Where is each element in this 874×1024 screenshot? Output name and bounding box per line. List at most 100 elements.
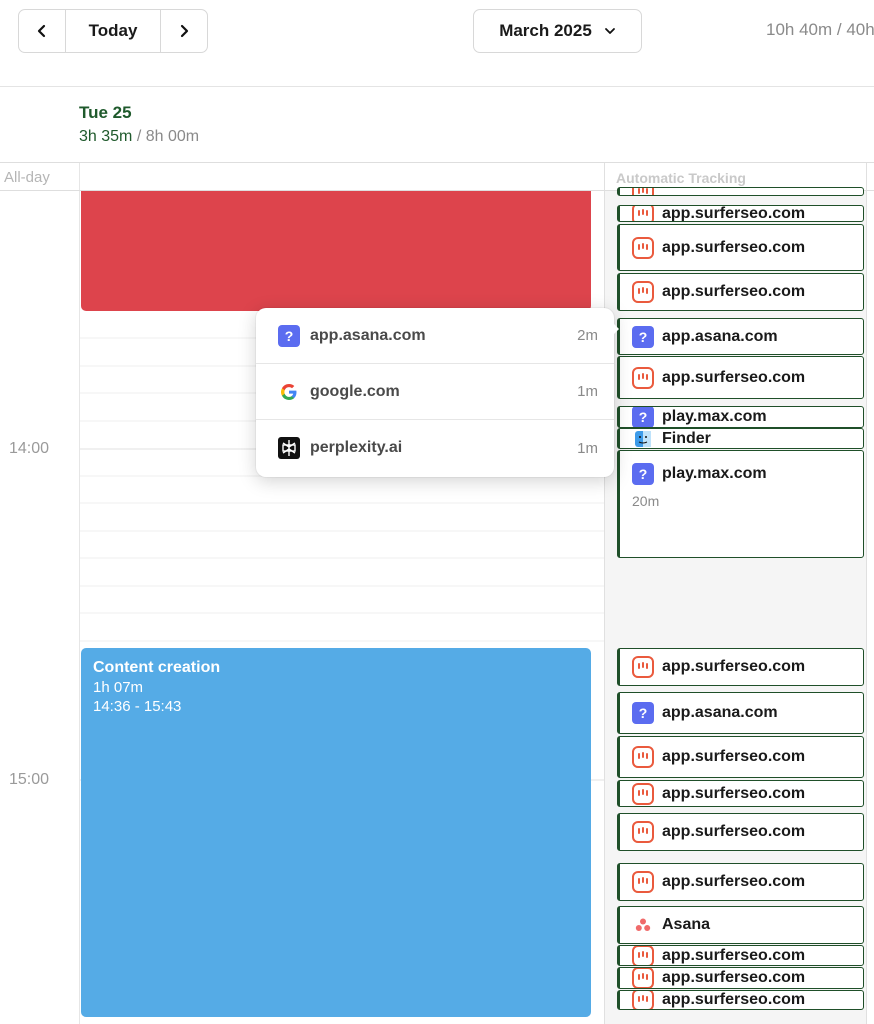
weekly-total-time: 10h 40m / 40h <box>766 20 874 39</box>
surferseo-icon <box>632 782 654 805</box>
popover-item-duration: 1m <box>577 383 598 400</box>
google-icon <box>278 381 300 403</box>
tracking-entry-name: app.surferseo.com <box>662 784 806 802</box>
tracking-entry-row: app.surferseo.com <box>632 781 853 806</box>
event-time-range: 14:36 - 15:43 <box>93 698 182 715</box>
popover-item-duration: 1m <box>577 439 598 457</box>
popover-item[interactable]: google.com 1m <box>256 364 614 420</box>
tracking-entry[interactable]: app.surferseo.com <box>617 780 864 807</box>
tracking-entry-row: ? app.asana.com <box>632 693 853 733</box>
tracking-entry-name: app.surferseo.com <box>662 368 806 386</box>
tracking-entry[interactable]: app.surferseo.com <box>617 205 864 222</box>
tracking-entry[interactable] <box>617 187 864 196</box>
question-icon: ? <box>632 407 654 427</box>
tracking-entry-name: app.surferseo.com <box>662 991 806 1008</box>
tracking-entry-row: ? play.max.com <box>632 463 853 485</box>
event-title: Content creation <box>93 659 221 676</box>
tracking-entry-row: app.surferseo.com <box>632 737 853 777</box>
date-navigation: Today <box>18 9 208 53</box>
tracking-entry-name: app.surferseo.com <box>662 205 806 222</box>
question-icon: ? <box>632 325 654 348</box>
tracking-entry[interactable]: Finder <box>617 428 864 449</box>
finder-icon <box>632 429 654 448</box>
question-icon: ? <box>632 702 654 724</box>
tracking-entry-name: app.surferseo.com <box>662 283 806 300</box>
popover-item-name: google.com <box>310 382 400 400</box>
tracking-entry[interactable]: app.surferseo.com <box>617 736 864 778</box>
calendar-event-content-creation[interactable]: Content creation 1h 07m 14:36 - 15:43 <box>81 648 591 1017</box>
surferseo-icon <box>632 968 654 988</box>
surferseo-icon <box>632 206 654 221</box>
next-button[interactable] <box>161 10 207 52</box>
tracking-entry-name: app.surferseo.com <box>662 748 806 765</box>
tracking-entry[interactable]: ? play.max.com 20m <box>617 450 864 558</box>
tracking-entry[interactable]: app.surferseo.com <box>617 990 864 1010</box>
asana-icon <box>632 914 654 936</box>
tracking-entry[interactable]: app.surferseo.com <box>617 648 864 686</box>
chevron-down-icon <box>604 28 615 34</box>
time-column-divider <box>79 162 80 1024</box>
popover-item-name: perplexity.ai <box>310 439 403 456</box>
tracking-entry-row: app.surferseo.com <box>632 274 853 310</box>
surferseo-icon <box>632 366 654 389</box>
tracking-entry-name: app.surferseo.com <box>662 823 806 840</box>
tracking-entry-name: play.max.com <box>662 465 767 482</box>
tracking-entry-name: app.surferseo.com <box>662 238 806 256</box>
calendar-event-red[interactable] <box>81 191 591 311</box>
today-button[interactable]: Today <box>65 10 161 52</box>
day-label[interactable]: Tue 25 <box>79 103 132 123</box>
surferseo-icon <box>632 746 654 768</box>
tracking-entry-name: app.asana.com <box>662 327 778 345</box>
tracking-entry-name: app.surferseo.com <box>662 946 806 964</box>
tracking-entry-duration: 20m <box>632 493 660 509</box>
surferseo-icon <box>632 871 654 893</box>
question-icon: ? <box>278 324 300 347</box>
tracking-entry[interactable]: app.surferseo.com <box>617 224 864 271</box>
tracking-entry-name: app.surferseo.com <box>662 969 806 986</box>
popover-item-duration: 2m <box>577 327 598 344</box>
surferseo-icon <box>632 946 654 965</box>
tracking-entry[interactable]: app.surferseo.com <box>617 273 864 311</box>
question-icon: ? <box>632 463 654 485</box>
tracking-entry[interactable]: app.surferseo.com <box>617 945 864 966</box>
tracking-entry-name: app.asana.com <box>662 704 778 721</box>
tracking-entry-row: app.surferseo.com <box>632 206 853 221</box>
tracking-entry[interactable]: app.surferseo.com <box>617 863 864 901</box>
tracking-entry[interactable]: Asana <box>617 906 864 944</box>
month-selector[interactable]: March 2025 <box>473 9 642 53</box>
popover-item[interactable]: perplexity.ai 1m <box>256 420 614 476</box>
tracking-entry[interactable]: app.surferseo.com <box>617 356 864 399</box>
tracking-entry-name: play.max.com <box>662 408 767 425</box>
tracking-entry-row <box>632 188 853 195</box>
hour-label-15: 15:00 <box>9 771 50 788</box>
day-goal-time: 8h 00m <box>145 128 200 145</box>
activity-popover: ? app.asana.com 2m google.com 1m perplex… <box>256 308 614 477</box>
surferseo-icon <box>632 281 654 303</box>
popover-arrow <box>612 322 619 336</box>
tracking-entry-row: app.surferseo.com <box>632 991 853 1009</box>
tracking-column-divider <box>866 162 867 1024</box>
hour-label-14: 14:00 <box>9 440 50 457</box>
tracking-entry[interactable]: ? app.asana.com <box>617 318 864 355</box>
automatic-tracking-label: Automatic Tracking <box>616 170 746 186</box>
tracking-entry[interactable]: app.surferseo.com <box>617 813 864 851</box>
surferseo-icon <box>632 821 654 843</box>
popover-item-name: app.asana.com <box>310 326 426 344</box>
day-hours: 3h 35m / 8h 00m <box>79 128 199 146</box>
tracking-entry-row: app.surferseo.com <box>632 225 853 270</box>
surferseo-icon <box>632 236 654 259</box>
previous-button[interactable] <box>19 10 65 52</box>
tracking-entry-row: app.surferseo.com <box>632 814 853 850</box>
month-label: March 2025 <box>499 21 592 40</box>
chevron-right-icon <box>180 24 189 38</box>
tracking-entry[interactable]: ? play.max.com <box>617 406 864 428</box>
day-hours-separator: / <box>132 128 146 145</box>
tracking-entry[interactable]: app.surferseo.com <box>617 967 864 989</box>
tracking-entry[interactable]: ? app.asana.com <box>617 692 864 734</box>
tracking-entry-row: app.surferseo.com <box>632 357 853 398</box>
tracking-entry-row: app.surferseo.com <box>632 968 853 988</box>
tracking-entry-name: app.surferseo.com <box>662 658 806 675</box>
popover-item[interactable]: ? app.asana.com 2m <box>256 308 614 364</box>
tracking-entry-row: ? app.asana.com <box>632 319 853 354</box>
event-duration: 1h 07m <box>93 679 144 696</box>
